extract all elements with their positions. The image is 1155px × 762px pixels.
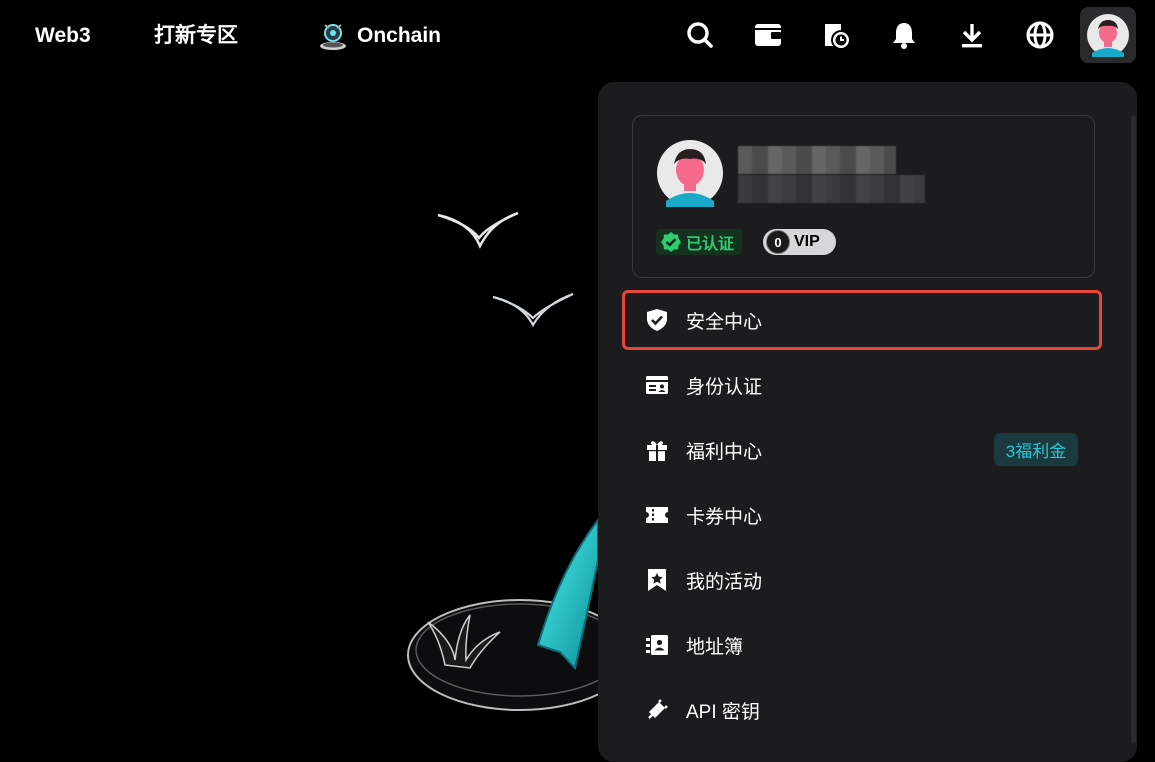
verified-label: 已认证 [686, 236, 735, 253]
menu-coupon-center[interactable]: 卡券中心 [622, 485, 1102, 545]
onchain-logo-icon [320, 24, 346, 50]
verified-check-icon [661, 232, 681, 252]
menu-api-keys[interactable]: API 密钥 [622, 680, 1102, 740]
gift-icon [644, 437, 670, 463]
verified-badge[interactable]: 已认证 [656, 229, 743, 255]
dropdown-scrollbar[interactable] [1131, 115, 1136, 743]
menu-api-label: API 密钥 [686, 701, 760, 723]
menu-identity-verification[interactable]: 身份认证 [622, 355, 1102, 415]
nav-onchain[interactable]: Onchain [357, 22, 441, 50]
menu-my-activities[interactable]: 我的活动 [622, 550, 1102, 610]
menu-activities-label: 我的活动 [686, 571, 763, 593]
menu-rewards-label: 福利中心 [686, 441, 763, 463]
nav-launchpad[interactable]: 打新专区 [154, 22, 238, 50]
avatar-button[interactable] [1080, 7, 1136, 63]
globe-icon[interactable] [1023, 18, 1057, 52]
plug-icon [644, 697, 670, 723]
order-history-icon[interactable] [819, 18, 853, 52]
profile-avatar [657, 140, 723, 207]
avatar [1087, 14, 1129, 57]
ticket-icon [644, 502, 670, 528]
menu-coupon-label: 卡券中心 [686, 506, 763, 528]
menu-security-center[interactable]: 安全中心 [622, 290, 1102, 350]
bookmark-star-icon [644, 567, 670, 593]
vip-label: VIP [794, 233, 820, 250]
address-book-icon [644, 632, 670, 658]
wallet-icon[interactable] [751, 18, 785, 52]
menu-security-label: 安全中心 [686, 311, 763, 333]
id-card-icon [644, 372, 670, 398]
menu-address-label: 地址簿 [686, 636, 744, 658]
username-redacted [738, 146, 896, 174]
download-icon[interactable] [955, 18, 989, 52]
search-icon[interactable] [683, 18, 717, 52]
rewards-count-badge: 3福利金 [994, 433, 1078, 466]
nav-web3[interactable]: Web3 [35, 22, 91, 50]
menu-identity-label: 身份认证 [686, 376, 763, 398]
bell-icon[interactable] [887, 18, 921, 52]
vip-badge[interactable]: 0 VIP [763, 229, 836, 255]
vip-level: 0 [766, 230, 790, 254]
menu-address-book[interactable]: 地址簿 [622, 615, 1102, 675]
user-id-redacted [738, 175, 925, 203]
shield-icon [644, 307, 670, 333]
